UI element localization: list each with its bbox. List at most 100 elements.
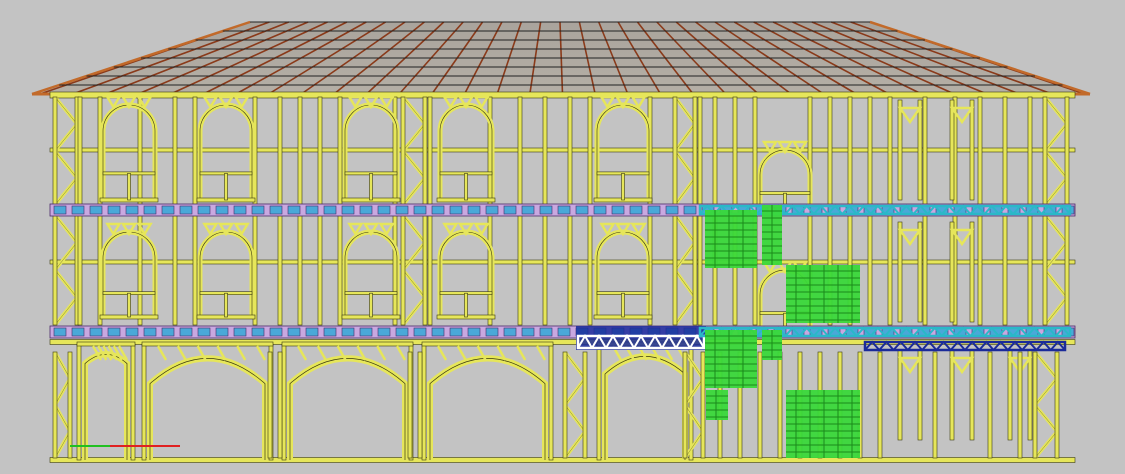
frame-post [621, 292, 625, 318]
frame-brace-edge [54, 297, 78, 326]
floor-joist-block [143, 327, 157, 337]
frame-brace-edge [402, 269, 426, 298]
floor-joist-block [53, 327, 67, 337]
floor-joist-block [161, 205, 175, 215]
frame-post [127, 292, 131, 318]
frame-beam [141, 341, 274, 347]
floor-joist-block [125, 327, 139, 337]
frame-post [692, 214, 698, 326]
frame-post [192, 214, 198, 326]
frame-brace-edge [1034, 431, 1058, 459]
floor-joist-block [377, 205, 391, 215]
floor-joist-block [359, 205, 373, 215]
frame-brace-edge [54, 269, 78, 298]
frame-post [277, 351, 283, 459]
floor-joist-block [197, 327, 211, 337]
frame-brace-edge [674, 150, 696, 179]
frame-post [1032, 351, 1038, 459]
frame-brace-edge [1034, 378, 1058, 406]
frame-post [887, 214, 893, 326]
frame-post [887, 96, 893, 206]
frame-post [1064, 96, 1070, 206]
frame-post [369, 292, 373, 318]
floor-joist-block [89, 327, 103, 337]
frame-post [400, 214, 406, 326]
frame-brace-edge [402, 177, 426, 206]
ground-arch [82, 351, 130, 460]
frame-post [897, 349, 903, 441]
frame-brace-edge [564, 431, 586, 459]
frame-post [596, 343, 602, 461]
frame-brace-edge [1044, 123, 1068, 152]
frame-post [422, 96, 428, 206]
frame-post [127, 173, 131, 201]
floor-joist-block [413, 327, 427, 337]
floor-joist-block [665, 205, 679, 215]
frame-brace-edge [1044, 177, 1068, 206]
floor-joist-block [233, 205, 247, 215]
floor-joist-block [323, 327, 337, 337]
green-panel [786, 265, 860, 323]
floor-joist-block [611, 205, 625, 215]
cad-viewport[interactable] [0, 0, 1125, 474]
frame-post [317, 214, 323, 326]
ground-arch [427, 355, 548, 460]
floor-joist-block [341, 327, 355, 337]
frame-post [1054, 351, 1060, 459]
frame-brace-edge [402, 214, 426, 243]
frame-post [932, 351, 938, 459]
frame-brace-edge [674, 214, 696, 243]
frame-post [752, 96, 758, 206]
frame-post [672, 96, 678, 206]
floor-joist-block [89, 205, 103, 215]
frame-brace-edge [674, 297, 696, 326]
arch-spandrel [436, 345, 448, 361]
floor-joist-block [179, 327, 193, 337]
frame-brace-edge [54, 96, 78, 125]
frame-post [76, 343, 82, 461]
frame-post [172, 214, 178, 326]
frame-post [757, 351, 763, 459]
floor-joist-block [53, 205, 67, 215]
frame-brace-edge [674, 177, 696, 206]
floor-joist-block [107, 205, 121, 215]
green-panel [705, 330, 757, 388]
floor-joist-block [107, 327, 121, 337]
frame-post [422, 214, 428, 326]
frame-brace-edge [402, 242, 426, 271]
frame-brace-edge [1034, 404, 1058, 432]
floor-joist-block [593, 205, 607, 215]
arch-spandrel [376, 345, 387, 361]
frame-post [917, 349, 923, 441]
frame-post [464, 173, 468, 201]
frame-post [917, 99, 923, 201]
floor-joist-block [431, 327, 445, 337]
frame-post [949, 99, 955, 201]
frame-post [297, 96, 303, 206]
frame-post [427, 214, 433, 326]
floor-joist-block [71, 205, 85, 215]
frame-post [141, 343, 147, 461]
floor-joist-block [143, 205, 157, 215]
floor-joist-block [503, 327, 517, 337]
frame-beam [421, 341, 554, 347]
frame-post [548, 343, 554, 461]
arch-spandrel [316, 345, 327, 361]
frame-post [464, 292, 468, 318]
floor-joist-block [467, 205, 481, 215]
floor-joist-block [233, 327, 247, 337]
frame-brace-edge [54, 242, 78, 271]
frame-post [427, 96, 433, 206]
frame-brace-edge [402, 123, 426, 152]
frame-post [1042, 214, 1048, 326]
frame-post [137, 96, 143, 206]
building-elevation-drawing [31, 20, 1091, 463]
frame-brace-edge [674, 96, 696, 125]
frame-post [562, 351, 568, 459]
floor-joist-block [521, 205, 535, 215]
frame-brace-edge [564, 404, 586, 432]
floor-joist-block [287, 205, 301, 215]
floor-joist-block [647, 205, 661, 215]
frame-post [542, 96, 548, 206]
frame-brace-edge [1034, 351, 1058, 379]
